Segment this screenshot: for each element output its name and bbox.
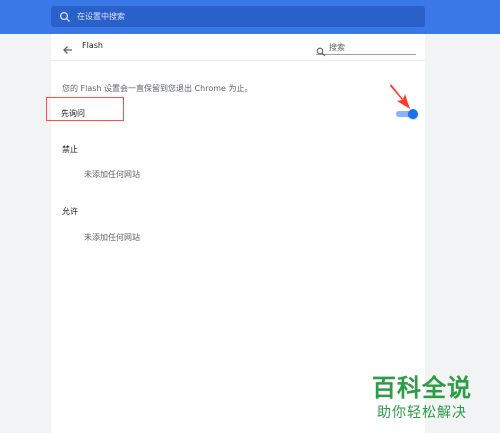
- header-divider: [51, 60, 425, 61]
- flash-description: 您的 Flash 设置会一直保留到您退出 Chrome 为止。: [62, 84, 253, 93]
- settings-search-box[interactable]: 在设置中搜索: [51, 6, 425, 27]
- back-arrow-icon[interactable]: [62, 41, 74, 54]
- top-app-bar: 在设置中搜索: [0, 0, 500, 34]
- flash-settings-panel: Flash 搜索 您的 Flash 设置会一直保留到您退出 Chrome 为止。…: [46, 34, 425, 433]
- allow-empty-text: 未添加任何网站: [84, 233, 140, 242]
- section-title-allow: 允许: [62, 207, 78, 216]
- ask-first-toggle[interactable]: [396, 109, 418, 119]
- watermark-title: 百科全说: [372, 374, 472, 402]
- block-empty-text: 未添加任何网站: [84, 170, 140, 179]
- page-search-label: 搜索: [329, 42, 345, 52]
- ask-first-label: 先询问: [61, 109, 85, 118]
- page-title: Flash: [82, 41, 103, 50]
- settings-search-placeholder: 在设置中搜索: [77, 12, 125, 21]
- section-title-block: 禁止: [62, 145, 78, 154]
- toggle-knob: [408, 109, 418, 119]
- search-icon: [316, 42, 326, 57]
- search-icon: [59, 11, 71, 23]
- watermark-subtitle: 助你轻松解决: [377, 405, 467, 421]
- panel-header: Flash 搜索: [51, 34, 425, 60]
- red-arrow-icon: [390, 84, 410, 109]
- ask-first-highlight-box: [46, 97, 124, 121]
- watermark-logo: 百科全说 助你轻松解决: [372, 368, 492, 428]
- page-search-field[interactable]: 搜索: [316, 40, 416, 57]
